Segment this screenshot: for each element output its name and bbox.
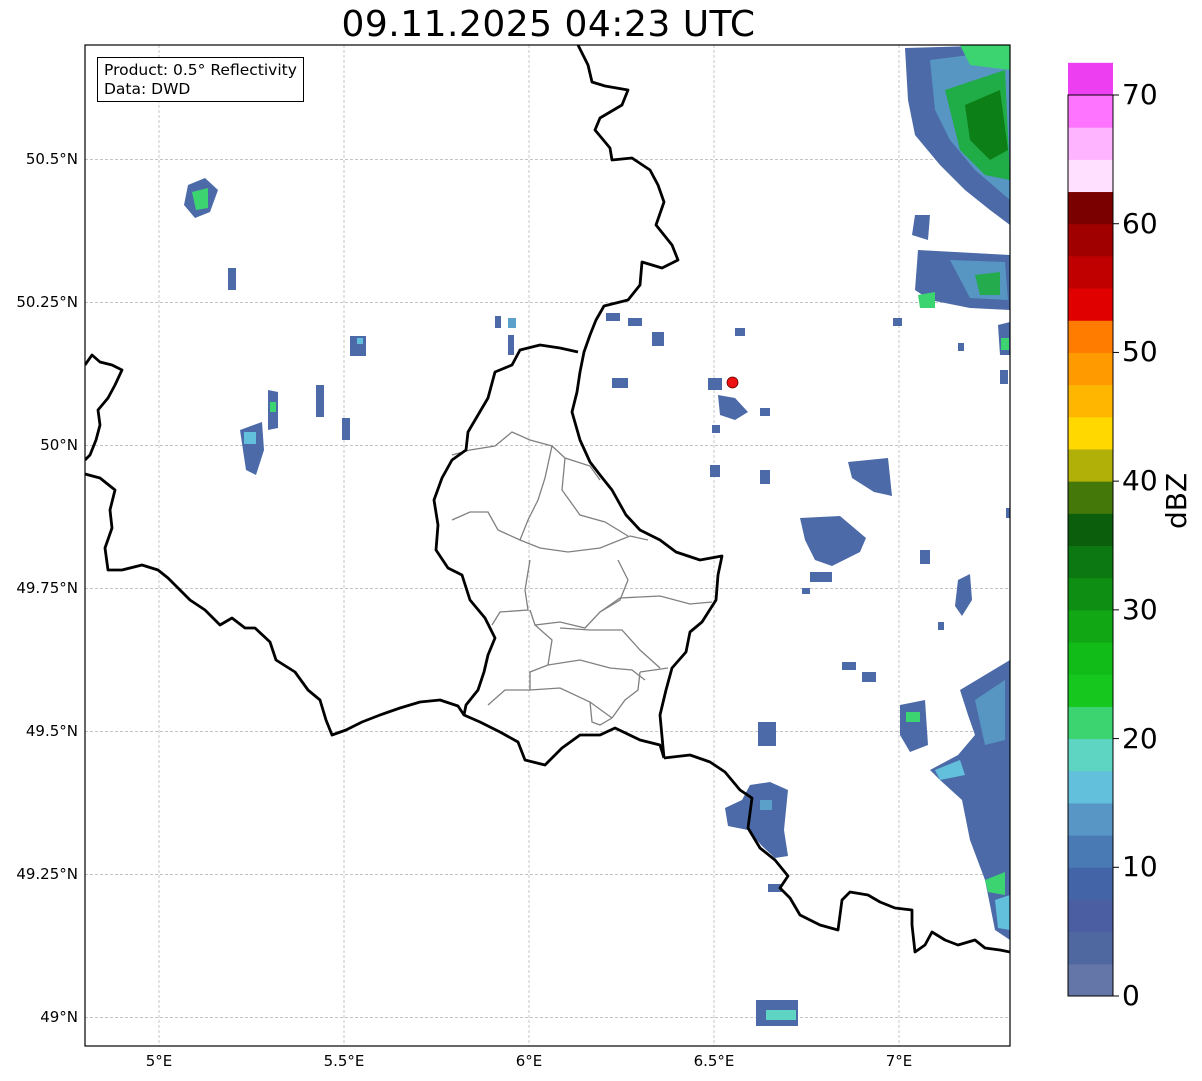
radar-map <box>84 44 1119 1047</box>
colorbar-segment <box>1068 384 1113 418</box>
colorbar-tick-label: 30 <box>1122 592 1158 626</box>
info-box: Product: 0.5° Reflectivity Data: DWD <box>97 57 304 102</box>
colorbar <box>1067 62 1119 997</box>
lon-tick-label: 6°E <box>515 1052 543 1070</box>
colorbar-segment <box>1068 802 1113 836</box>
product-text: Product: 0.5° Reflectivity <box>104 61 297 79</box>
colorbar-segment <box>1068 191 1113 225</box>
colorbar-segment <box>1068 706 1113 740</box>
country-borders <box>85 45 1010 954</box>
echo-cluster-northeast <box>893 45 1010 384</box>
lat-tick-label: 50.5°N <box>25 150 78 169</box>
reflectivity-echoes <box>184 45 1010 1026</box>
colorbar-segment <box>1068 835 1113 868</box>
colorbar-segment <box>1068 963 1113 997</box>
colorbar-tick-label: 60 <box>1122 206 1158 240</box>
colorbar-segment <box>1068 931 1113 965</box>
lon-tick-label: 7°E <box>885 1052 913 1070</box>
colorbar-segment <box>1068 770 1113 804</box>
colorbar-segment <box>1068 62 1113 96</box>
source-text: Data: DWD <box>104 80 191 98</box>
admin-borders <box>451 431 713 726</box>
colorbar-segment <box>1068 577 1113 611</box>
colorbar-segment <box>1068 127 1113 160</box>
colorbar-segment <box>1068 320 1113 353</box>
colorbar-segment <box>1068 674 1113 707</box>
lon-tick-label: 5.5°E <box>323 1052 365 1070</box>
colorbar-label: dBZ <box>1160 472 1193 529</box>
colorbar-segment <box>1068 642 1113 675</box>
colorbar-segment <box>1068 899 1113 933</box>
colorbar-segment <box>1068 448 1113 482</box>
colorbar-tick-label: 40 <box>1122 464 1158 498</box>
colorbar-segment <box>1068 513 1113 546</box>
colorbar-tick-label: 20 <box>1122 721 1158 755</box>
lat-tick-label: 49.5°N <box>25 722 78 741</box>
colorbar-tick-label: 0 <box>1122 979 1140 1012</box>
lat-tick-label: 50°N <box>40 436 78 455</box>
colorbar-segment <box>1068 288 1113 321</box>
colorbar-segment <box>1068 416 1113 450</box>
colorbar-segment <box>1068 738 1113 772</box>
lon-tick-label: 6.5°E <box>693 1052 735 1070</box>
echo-cluster-southeast <box>725 660 1010 1026</box>
colorbar-segment <box>1068 159 1113 193</box>
lat-tick-label: 49.75°N <box>16 579 78 598</box>
colorbar-segment <box>1068 255 1113 289</box>
colorbar-segment <box>1068 609 1113 643</box>
colorbar-segment <box>1068 545 1113 579</box>
echo-cluster-central <box>606 313 1010 682</box>
radar-site-dot <box>726 376 739 389</box>
colorbar-segment <box>1068 867 1113 900</box>
colorbar-tick-label: 50 <box>1122 335 1158 369</box>
echo-cluster-northwest <box>184 178 516 475</box>
lat-tick-label: 50.25°N <box>16 293 78 312</box>
lat-tick-label: 49°N <box>40 1008 78 1027</box>
lon-tick-label: 5°E <box>145 1052 173 1070</box>
radar-site-marker <box>726 376 739 389</box>
colorbar-segment <box>1068 352 1113 386</box>
colorbar-segment <box>1068 481 1113 514</box>
colorbar-tick-label: 70 <box>1122 78 1158 111</box>
colorbar-tick-label: 10 <box>1122 850 1158 884</box>
colorbar-segment <box>1068 223 1113 257</box>
lat-tick-label: 49.25°N <box>16 865 78 884</box>
colorbar-segment <box>1068 95 1113 128</box>
